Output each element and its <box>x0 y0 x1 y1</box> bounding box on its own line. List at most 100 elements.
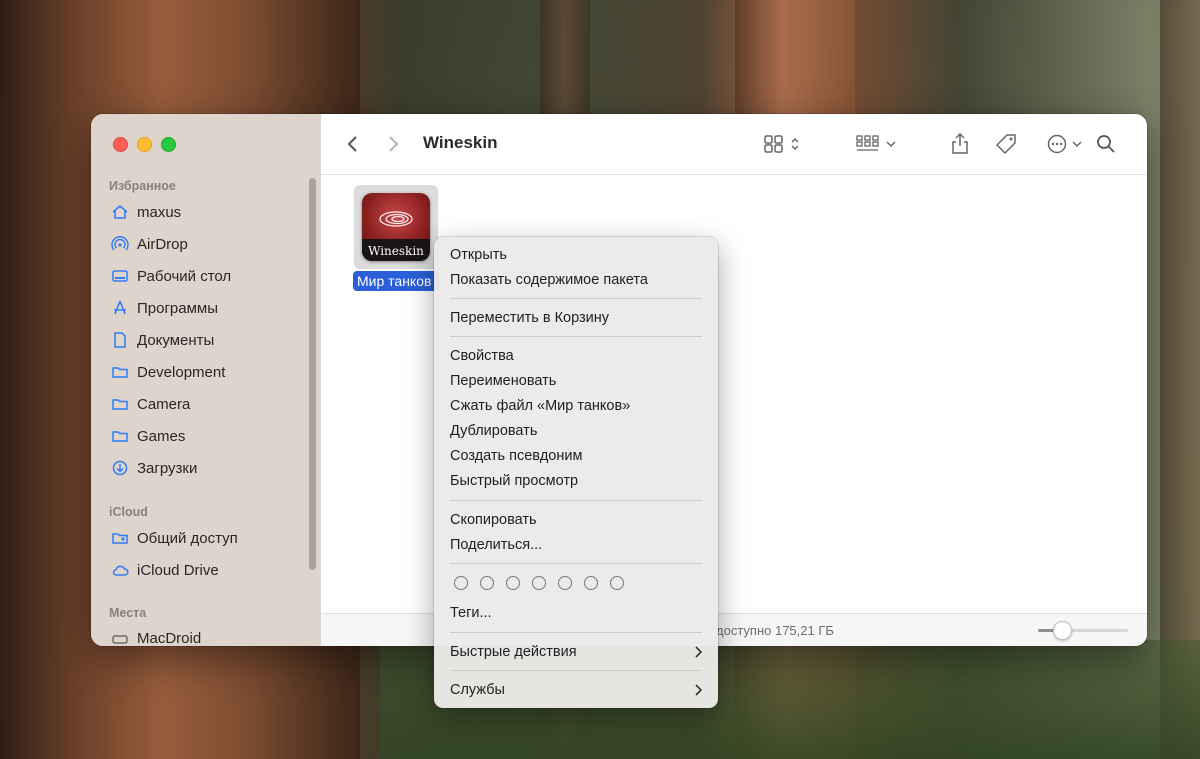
search-icon <box>1097 135 1115 153</box>
sidebar-item-applications[interactable]: Программы <box>109 294 218 322</box>
view-mode-button[interactable] <box>761 132 803 156</box>
sidebar-item-shared[interactable]: Общий доступ <box>109 524 238 552</box>
share-button[interactable] <box>949 132 971 156</box>
shared-folder-icon <box>109 529 131 547</box>
sidebar-item-label: MacDroid <box>137 629 202 647</box>
locations-section-title: Места <box>109 606 147 620</box>
tag-icon <box>996 134 1016 154</box>
menu-item-show-package[interactable]: Показать содержимое пакета <box>450 269 702 291</box>
sidebar-item-maxus[interactable]: maxus <box>109 198 181 226</box>
file-name-label[interactable]: Мир танков <box>353 271 439 291</box>
sidebar: Избранное maxus AirDrop Рабочий стол Про… <box>91 114 322 646</box>
sidebar-item-icloud-drive[interactable]: iCloud Drive <box>109 556 219 584</box>
sidebar-item-desktop[interactable]: Рабочий стол <box>109 262 231 290</box>
menu-separator <box>450 500 702 501</box>
window-controls <box>113 137 176 152</box>
sidebar-item-label: Документы <box>137 331 215 349</box>
menu-item-get-info[interactable]: Свойства <box>450 345 702 367</box>
document-icon <box>109 331 131 349</box>
icon-grid-icon <box>764 135 783 153</box>
tag-color-circle[interactable] <box>558 576 572 590</box>
tag-color-circle[interactable] <box>480 576 494 590</box>
window-title: Wineskin <box>423 133 498 152</box>
folder-icon <box>109 363 131 381</box>
sidebar-item-label: AirDrop <box>137 235 188 253</box>
menu-item-quick-look[interactable]: Быстрый просмотр <box>450 470 702 492</box>
menu-item-copy[interactable]: Скопировать <box>450 509 702 531</box>
minimize-button[interactable] <box>137 137 152 152</box>
more-actions-button[interactable] <box>1042 132 1086 156</box>
applications-icon <box>109 299 131 317</box>
menu-item-label: Службы <box>450 682 505 698</box>
tag-color-circle[interactable] <box>506 576 520 590</box>
tag-button[interactable] <box>994 132 1018 156</box>
share-icon <box>952 133 968 154</box>
chevron-updown-icon <box>791 137 799 151</box>
group-button[interactable] <box>854 132 898 156</box>
ellipsis-circle-icon <box>1047 134 1066 154</box>
chevron-down-icon <box>886 141 896 148</box>
sidebar-item-label: Программы <box>137 299 219 317</box>
chevron-right-icon <box>389 136 399 152</box>
icon-size-slider-knob[interactable] <box>1052 621 1072 640</box>
sidebar-item-camera[interactable]: Camera <box>109 390 190 418</box>
sidebar-item-label: Development <box>137 363 226 381</box>
sidebar-item-label: Рабочий стол <box>137 267 232 285</box>
menu-item-open[interactable]: Открыть <box>450 244 702 266</box>
folder-icon <box>109 395 131 413</box>
menu-item-tags[interactable]: Теги... <box>450 602 702 624</box>
sidebar-item-label: Camera <box>137 395 191 413</box>
wineskin-app-icon[interactable]: Wineskin <box>362 193 430 261</box>
sidebar-item-development[interactable]: Development <box>109 358 225 386</box>
menu-separator <box>450 563 702 564</box>
tag-color-circle[interactable] <box>584 576 598 590</box>
menu-item-share[interactable]: Поделиться... <box>450 534 702 556</box>
desktop-icon <box>109 267 131 285</box>
sidebar-scrollbar[interactable] <box>309 178 316 570</box>
icon-label: Wineskin <box>368 244 424 258</box>
search-button[interactable] <box>1095 132 1117 156</box>
sidebar-item-airdrop[interactable]: AirDrop <box>109 230 188 258</box>
tag-color-row <box>454 576 624 590</box>
forward-button[interactable] <box>383 132 403 156</box>
context-menu: Открыть Показать содержимое пакета Перем… <box>434 237 718 708</box>
sidebar-item-games[interactable]: Games <box>109 422 185 450</box>
menu-item-quick-actions[interactable]: Быстрые действия <box>450 641 703 663</box>
sidebar-item-downloads[interactable]: Загрузки <box>109 454 197 482</box>
menu-separator <box>450 298 702 299</box>
menu-separator <box>450 336 702 337</box>
menu-item-move-to-trash[interactable]: Переместить в Корзину <box>450 307 702 329</box>
close-button[interactable] <box>113 137 128 152</box>
menu-item-compress[interactable]: Сжать файл «Мир танков» <box>450 395 702 417</box>
sidebar-item-documents[interactable]: Документы <box>109 326 214 354</box>
menu-item-services[interactable]: Службы <box>450 679 703 702</box>
tag-color-circle[interactable] <box>610 576 624 590</box>
menu-item-rename[interactable]: Переименовать <box>450 370 702 392</box>
icloud-section-title: iCloud <box>109 505 148 519</box>
chevron-left-icon <box>347 136 357 152</box>
back-button[interactable] <box>343 132 363 156</box>
sidebar-item-macdroid[interactable]: MacDroid <box>109 624 201 646</box>
chevron-down-icon <box>1071 141 1082 148</box>
menu-item-make-alias[interactable]: Создать псевдоним <box>450 445 702 467</box>
swirl-icon <box>379 211 413 227</box>
favorites-section-title: Избранное <box>109 179 176 193</box>
sidebar-item-label: Общий доступ <box>137 529 238 547</box>
free-space-text: доступно 175,21 ГБ <box>716 623 834 638</box>
tag-color-circle[interactable] <box>532 576 546 590</box>
download-icon <box>109 459 131 477</box>
zoom-button[interactable] <box>161 137 176 152</box>
menu-separator <box>450 670 702 671</box>
tag-color-circle[interactable] <box>454 576 468 590</box>
group-grid-icon <box>856 135 879 151</box>
menu-item-label: Быстрые действия <box>450 644 577 660</box>
cloud-icon <box>109 561 131 579</box>
home-icon <box>109 203 131 221</box>
sidebar-item-label: Загрузки <box>137 459 198 477</box>
drive-icon <box>109 629 131 646</box>
chevron-right-icon <box>694 679 703 702</box>
menu-separator <box>450 632 702 633</box>
menu-item-duplicate[interactable]: Дублировать <box>450 420 702 442</box>
toolbar: Wineskin <box>321 114 1147 175</box>
sidebar-item-label: Games <box>137 427 186 445</box>
